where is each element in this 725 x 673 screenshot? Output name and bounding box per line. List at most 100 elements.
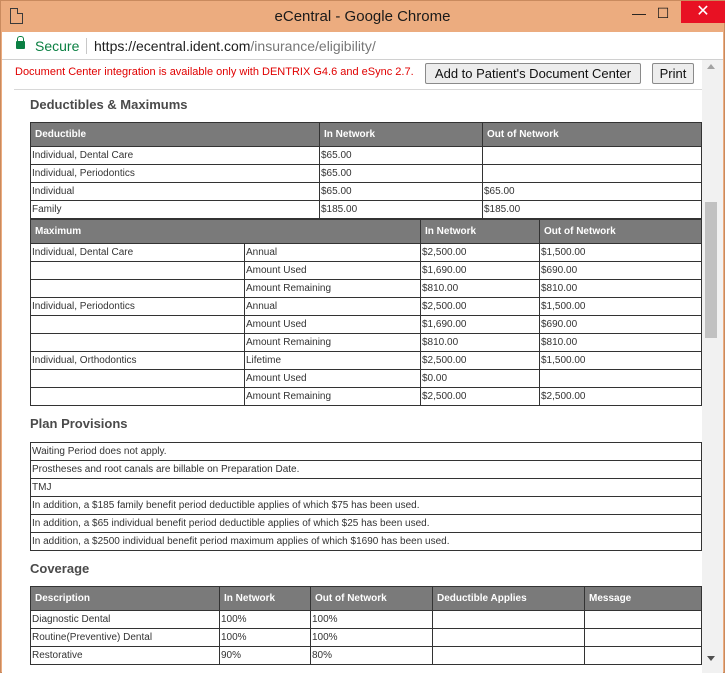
table-cell: Amount Used — [244, 261, 421, 280]
address-bar[interactable]: Secure https://ecentral.ident.com/insura… — [2, 32, 723, 60]
table-row: In addition, a $65 individual benefit pe… — [30, 514, 702, 533]
table-row: Individual, Dental Care Annual $2,500.00 $1… — [30, 243, 702, 262]
browser-window: eCentral - Google Chrome — ☐ ✕ Secure ht… — [0, 0, 725, 673]
coverage-table: Description In Network Out of Network De… — [30, 586, 702, 665]
table-cell — [30, 261, 245, 280]
table-row: Individual, Dental Care $65.00 — [30, 146, 702, 165]
table-row: Diagnostic Dental 100% 100% — [30, 610, 702, 629]
table-cell: $65.00 — [482, 182, 702, 201]
url-path: /insurance/eligibility/ — [250, 38, 376, 54]
table-cell: $810.00 — [539, 279, 702, 298]
table-cell: Amount Used — [244, 315, 421, 334]
table-row: In addition, a $185 family benefit perio… — [30, 496, 702, 515]
table-cell: 100% — [219, 628, 311, 647]
table-cell: $185.00 — [482, 200, 702, 219]
table-cell — [30, 369, 245, 388]
table-cell: 100% — [219, 610, 311, 629]
table-cell: $810.00 — [539, 333, 702, 352]
table-cell: Waiting Period does not apply. — [30, 442, 702, 461]
plan-provisions-table: Waiting Period does not apply. Prostheses… — [30, 442, 702, 551]
table-cell: 90% — [219, 646, 311, 665]
table-cell: 80% — [310, 646, 433, 665]
description-header: Description — [30, 586, 220, 611]
maximum-header: Maximum — [30, 219, 421, 244]
table-cell: 100% — [310, 610, 433, 629]
table-cell: $810.00 — [420, 279, 540, 298]
page-content: Document Center integration is available… — [2, 60, 723, 673]
table-row: Restorative 90% 80% — [30, 646, 702, 665]
table-cell — [30, 333, 245, 352]
table-cell: 100% — [310, 628, 433, 647]
maximize-button[interactable]: ☐ — [653, 1, 673, 25]
deductibles-title: Deductibles & Maximums — [30, 97, 188, 112]
plan-provisions-title: Plan Provisions — [30, 416, 128, 431]
table-row: TMJ — [30, 478, 702, 497]
secure-label[interactable]: Secure — [35, 38, 79, 54]
table-cell — [539, 369, 702, 388]
title-bar: eCentral - Google Chrome — ☐ ✕ — [1, 1, 725, 32]
table-cell: Amount Remaining — [244, 387, 421, 406]
table-row: Amount Remaining $810.00 $810.00 — [30, 333, 702, 352]
integration-notice: Document Center integration is available… — [15, 66, 414, 78]
table-cell: $1,500.00 — [539, 351, 702, 370]
maximums-table: Maximum In Network Out of Network Indivi… — [30, 219, 702, 406]
header-divider — [14, 89, 702, 90]
table-cell: $2,500.00 — [539, 387, 702, 406]
add-to-document-center-button[interactable]: Add to Patient's Document Center — [425, 63, 641, 84]
table-cell: $1,500.00 — [539, 297, 702, 316]
deductibles-table: Deductible In Network Out of Network Ind… — [30, 122, 702, 219]
table-cell — [584, 628, 702, 647]
table-cell: $690.00 — [539, 261, 702, 280]
scrollbar-thumb[interactable] — [705, 202, 717, 338]
table-cell: $2,500.00 — [420, 351, 540, 370]
table-cell: $2,500.00 — [420, 297, 540, 316]
scroll-up-arrow-icon[interactable] — [707, 64, 715, 69]
table-row: Amount Remaining $2,500.00 $2,500.00 — [30, 387, 702, 406]
scroll-down-arrow-icon[interactable] — [707, 656, 715, 661]
table-cell: $810.00 — [420, 333, 540, 352]
table-row: Amount Used $1,690.00 $690.00 — [30, 261, 702, 280]
table-cell — [30, 315, 245, 334]
table-cell: Lifetime — [244, 351, 421, 370]
table-cell: In addition, a $65 individual benefit pe… — [30, 514, 702, 533]
lock-icon — [16, 36, 25, 49]
url-text[interactable]: https://ecentral.ident.com/insurance/eli… — [94, 38, 376, 54]
out-of-network-header: Out of Network — [310, 586, 433, 611]
vertical-scrollbar[interactable] — [702, 60, 723, 673]
out-of-network-header: Out of Network — [539, 219, 702, 244]
table-cell — [432, 610, 585, 629]
deductible-header: Deductible — [30, 122, 320, 147]
table-cell: $2,500.00 — [420, 387, 540, 406]
table-cell — [30, 279, 245, 298]
table-cell: $1,690.00 — [420, 315, 540, 334]
minimize-button[interactable]: — — [629, 1, 649, 25]
print-button[interactable]: Print — [652, 63, 694, 84]
coverage-title: Coverage — [30, 561, 90, 576]
table-cell: TMJ — [30, 478, 702, 497]
table-row: Amount Used $1,690.00 $690.00 — [30, 315, 702, 334]
table-cell — [584, 610, 702, 629]
table-cell: Annual — [244, 297, 421, 316]
address-separator — [86, 38, 87, 54]
table-cell: $2,500.00 — [420, 243, 540, 262]
table-row: Family $185.00 $185.00 — [30, 200, 702, 219]
table-cell: Diagnostic Dental — [30, 610, 220, 629]
in-network-header: In Network — [219, 586, 311, 611]
table-row: Individual, Periodontics $65.00 — [30, 164, 702, 183]
table-cell — [584, 646, 702, 665]
table-row: Prostheses and root canals are billable … — [30, 460, 702, 479]
table-cell — [30, 387, 245, 406]
table-cell: Individual, Dental Care — [30, 243, 245, 262]
table-cell: $65.00 — [319, 164, 483, 183]
close-button[interactable]: ✕ — [681, 1, 725, 23]
window-title: eCentral - Google Chrome — [274, 8, 451, 25]
table-cell: Routine(Preventive) Dental — [30, 628, 220, 647]
table-cell — [432, 646, 585, 665]
table-row: Individual, Orthodontics Lifetime $2,500.0… — [30, 351, 702, 370]
table-row: Individual, Periodontics Annual $2,500.00 $… — [30, 297, 702, 316]
table-cell: $0.00 — [420, 369, 540, 388]
table-cell: $185.00 — [319, 200, 483, 219]
table-cell: Amount Used — [244, 369, 421, 388]
table-cell: Individual — [30, 182, 320, 201]
table-cell: Individual, Orthodontics — [30, 351, 245, 370]
